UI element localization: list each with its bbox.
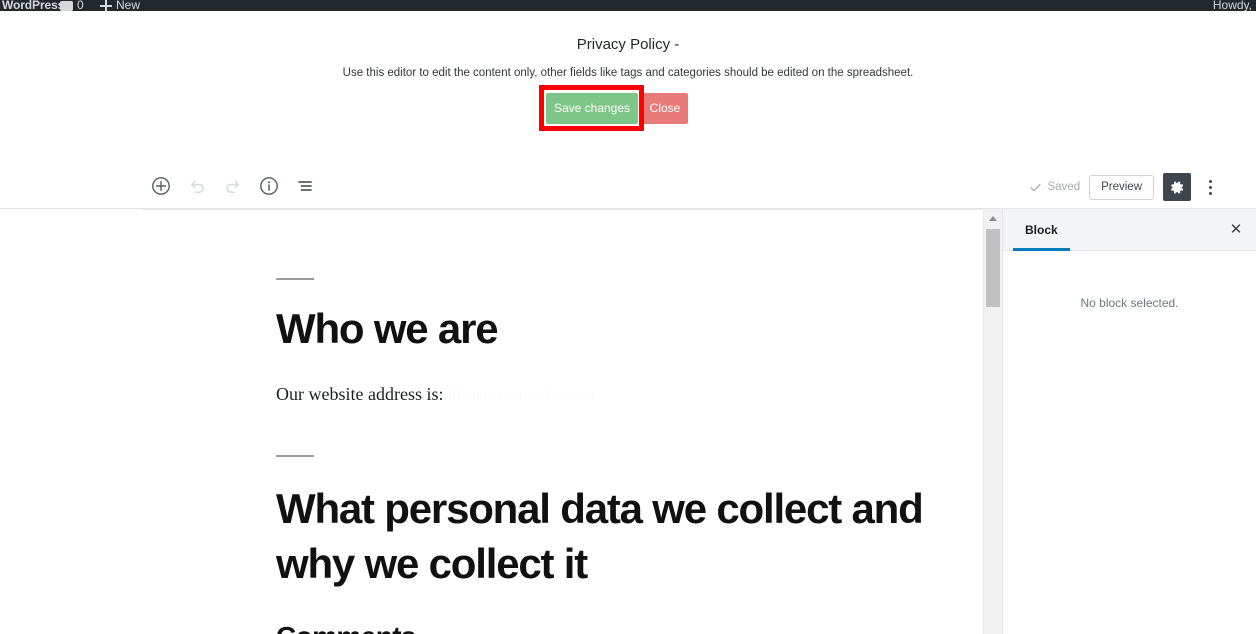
editor-toolbar: Saved Preview <box>0 155 1256 209</box>
close-button[interactable]: Close <box>642 93 688 124</box>
save-changes-button[interactable]: Save changes <box>546 93 638 124</box>
paragraph-website-address[interactable]: Our website address is: https://example.… <box>142 352 982 405</box>
editor-canvas[interactable]: Who we are Our website address is: https… <box>142 209 982 634</box>
wp-admin-bar: WordPress 0 New Howdy, <box>0 0 1256 11</box>
comment-bubble-icon <box>60 0 73 11</box>
undo-icon[interactable] <box>186 175 208 197</box>
editor-toolbar-left <box>150 175 316 197</box>
heading-comments[interactable]: Comments <box>142 592 982 634</box>
editor-toolbar-right: Saved Preview <box>1029 173 1220 201</box>
saved-label: Saved <box>1047 181 1081 193</box>
tab-block[interactable]: Block <box>1013 209 1070 251</box>
kebab-dot <box>1208 179 1212 183</box>
heading-rule <box>142 405 982 458</box>
check-icon <box>1030 183 1042 191</box>
new-label: New <box>116 0 141 11</box>
paragraph-prefix: Our website address is: <box>276 384 448 405</box>
modal-header: Privacy Policy - Use this editor to edit… <box>0 11 1256 155</box>
scrollbar-thumb[interactable] <box>986 229 1000 307</box>
heading-who-we-are[interactable]: Who we are <box>142 280 982 352</box>
close-icon[interactable]: ✕ <box>1224 218 1248 242</box>
kebab-dot <box>1208 191 1212 195</box>
saved-indicator: Saved <box>1029 181 1080 194</box>
admin-bar-howdy[interactable]: Howdy, <box>1213 0 1252 11</box>
plus-icon <box>100 0 112 11</box>
heading-rule <box>142 210 982 280</box>
page-title: Privacy Policy - <box>576 36 680 53</box>
paragraph-url: https://example.com <box>447 384 595 405</box>
admin-bar-comments[interactable]: 0 <box>60 0 84 11</box>
settings-sidebar: Block ✕ No block selected. <box>1002 209 1256 634</box>
modal-action-bar: Save changes Close <box>0 93 1256 129</box>
gear-icon[interactable] <box>1163 173 1191 201</box>
info-circle-icon[interactable] <box>258 175 280 197</box>
heading-what-personal-data[interactable]: What personal data we collect and why we… <box>142 457 982 592</box>
comments-count: 0 <box>77 0 84 11</box>
wordpress-logo[interactable]: WordPress <box>2 0 64 11</box>
chevron-up-icon[interactable] <box>984 209 1002 227</box>
list-view-icon[interactable] <box>294 175 316 197</box>
chevron-up-glyph <box>989 215 997 221</box>
block-editor: Saved Preview Who we are Our website add… <box>0 155 1256 634</box>
kebab-menu-icon[interactable] <box>1200 174 1220 200</box>
sidebar-header: Block ✕ <box>1003 209 1256 251</box>
kebab-dot <box>1208 185 1212 189</box>
plus-circle-icon[interactable] <box>150 175 172 197</box>
admin-bar-new[interactable]: New <box>100 0 140 11</box>
preview-button[interactable]: Preview <box>1089 174 1154 200</box>
editor-instructions: Use this editor to edit the content only… <box>342 67 914 79</box>
sidebar-body: No block selected. <box>1003 251 1256 310</box>
redo-icon[interactable] <box>222 175 244 197</box>
editor-scrollbar[interactable] <box>983 209 1002 634</box>
no-block-selected-message: No block selected. <box>1080 296 1179 310</box>
